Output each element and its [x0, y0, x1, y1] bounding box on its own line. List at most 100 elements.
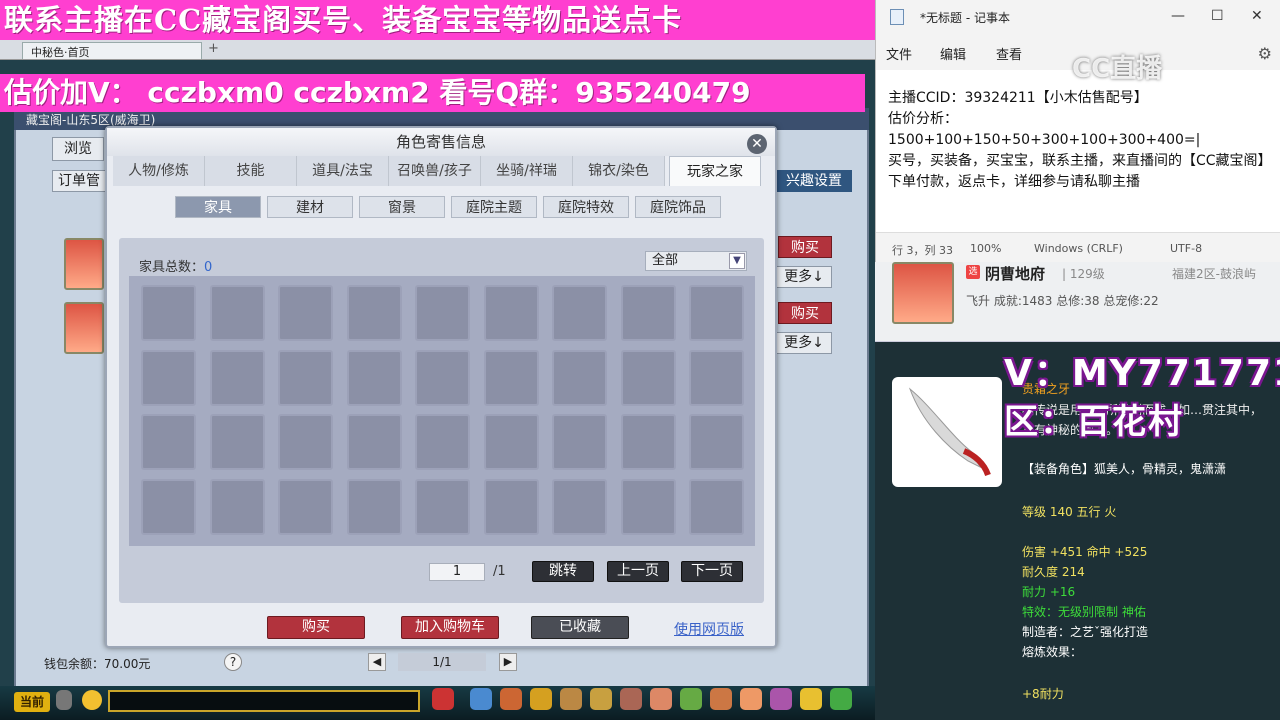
furniture-slot[interactable]: [620, 478, 676, 535]
furniture-slot[interactable]: [552, 349, 607, 406]
menu-edit[interactable]: 编辑: [940, 44, 966, 63]
furniture-slot[interactable]: [620, 349, 676, 406]
furniture-slot[interactable]: [552, 478, 607, 535]
furniture-slot[interactable]: [415, 414, 470, 470]
furniture-slot[interactable]: [415, 285, 470, 341]
tab-player-home[interactable]: 玩家之家: [669, 156, 761, 186]
subtab-building[interactable]: 建材: [267, 196, 353, 218]
tab-items[interactable]: 道具/法宝: [297, 156, 389, 186]
gear-icon[interactable]: ⚙: [1258, 44, 1272, 63]
browse-button[interactable]: 浏览: [52, 137, 104, 161]
mail-icon[interactable]: [770, 688, 792, 710]
help-icon[interactable]: ?: [224, 653, 242, 671]
web-version-link[interactable]: 使用网页版: [674, 619, 744, 639]
more-button[interactable]: 更多↓: [776, 266, 832, 288]
pet-icon[interactable]: [620, 688, 642, 710]
furniture-slot[interactable]: [483, 478, 539, 535]
tab-pets[interactable]: 召唤兽/孩子: [389, 156, 481, 186]
tab-skills[interactable]: 技能: [205, 156, 297, 186]
furniture-slot[interactable]: [346, 478, 402, 535]
buy-button[interactable]: 购买: [267, 616, 365, 639]
trade-icon[interactable]: [560, 688, 582, 710]
subtab-window[interactable]: 窗景: [359, 196, 445, 218]
order-manage-button[interactable]: 订单管: [52, 170, 106, 192]
furniture-slot[interactable]: [141, 349, 196, 406]
furniture-slot[interactable]: [209, 478, 265, 535]
rank-icon[interactable]: [740, 688, 762, 710]
furniture-slot[interactable]: [209, 285, 265, 341]
furniture-slot[interactable]: [141, 478, 196, 535]
furniture-slot[interactable]: [689, 285, 744, 341]
favorited-button[interactable]: 已收藏: [531, 616, 629, 639]
furniture-slot[interactable]: [483, 285, 539, 341]
furniture-slot[interactable]: [620, 414, 676, 470]
guild-icon[interactable]: [680, 688, 702, 710]
page-input[interactable]: 1: [429, 563, 485, 581]
furniture-slot[interactable]: [689, 349, 744, 406]
microphone-icon[interactable]: [56, 690, 72, 710]
furniture-slot[interactable]: [483, 349, 539, 406]
bag-icon[interactable]: [500, 688, 522, 710]
current-channel-button[interactable]: 当前: [14, 692, 50, 712]
friends-icon[interactable]: [710, 688, 732, 710]
subtab-yard-effect[interactable]: 庭院特效: [543, 196, 629, 218]
tab-character[interactable]: 人物/修炼: [113, 156, 205, 186]
furniture-slot[interactable]: [689, 478, 744, 535]
subtab-furniture[interactable]: 家具: [175, 196, 261, 218]
mood-icon[interactable]: [800, 688, 822, 710]
furniture-slot[interactable]: [346, 414, 402, 470]
close-icon[interactable]: ✕: [1251, 8, 1263, 24]
close-icon[interactable]: ✕: [747, 134, 767, 154]
filter-select[interactable]: 全部 ▼: [645, 251, 747, 271]
give-icon[interactable]: [530, 688, 552, 710]
notepad-text-area[interactable]: 主播CCID：39324211【小木估售配号】 估价分析： 1500+100+1…: [888, 88, 1273, 193]
new-tab-icon[interactable]: +: [208, 41, 219, 56]
team-icon[interactable]: [590, 688, 612, 710]
quest-icon[interactable]: [650, 688, 672, 710]
buy-button[interactable]: 购买: [778, 302, 832, 324]
maximize-icon[interactable]: ☐: [1211, 8, 1224, 24]
furniture-slot[interactable]: [415, 478, 470, 535]
furniture-slot[interactable]: [278, 285, 333, 341]
more-button[interactable]: 更多↓: [776, 332, 832, 354]
furniture-slot[interactable]: [141, 285, 196, 341]
furniture-slot[interactable]: [278, 349, 333, 406]
add-to-cart-button[interactable]: 加入购物车: [401, 616, 499, 639]
furniture-slot[interactable]: [346, 285, 402, 341]
furniture-slot[interactable]: [620, 285, 676, 341]
game-menu-icon[interactable]: [432, 688, 454, 710]
furniture-slot[interactable]: [415, 349, 470, 406]
prev-page-button[interactable]: 上一页: [607, 561, 669, 582]
role-avatar[interactable]: [64, 302, 104, 354]
browser-tab[interactable]: 中秘色·首页: [22, 42, 202, 59]
furniture-slot[interactable]: [689, 414, 744, 470]
menu-file[interactable]: 文件: [886, 44, 912, 63]
next-page-button[interactable]: 下一页: [681, 561, 743, 582]
furniture-slot[interactable]: [483, 414, 539, 470]
chevron-down-icon[interactable]: ▼: [729, 253, 745, 269]
attack-icon[interactable]: [470, 688, 492, 710]
furniture-slot[interactable]: [141, 414, 196, 470]
jump-button[interactable]: 跳转: [532, 561, 594, 582]
minimize-icon[interactable]: —: [1171, 8, 1185, 24]
furniture-slot[interactable]: [552, 414, 607, 470]
emoji-icon[interactable]: [82, 690, 102, 710]
furniture-slot[interactable]: [209, 349, 265, 406]
furniture-slot[interactable]: [346, 349, 402, 406]
role-avatar[interactable]: [64, 238, 104, 290]
furniture-slot[interactable]: [278, 414, 333, 470]
menu-view[interactable]: 查看: [996, 44, 1022, 63]
chevron-right-icon[interactable]: ▶: [499, 653, 517, 671]
tab-outfits[interactable]: 锦衣/染色: [573, 156, 665, 186]
interest-settings-button[interactable]: 兴趣设置: [776, 170, 852, 192]
subtab-yard-decor[interactable]: 庭院饰品: [635, 196, 721, 218]
chevron-left-icon[interactable]: ◀: [368, 653, 386, 671]
subtab-yard-theme[interactable]: 庭院主题: [451, 196, 537, 218]
chat-input[interactable]: [108, 690, 420, 712]
buy-button[interactable]: 购买: [778, 236, 832, 258]
furniture-slot[interactable]: [278, 478, 333, 535]
furniture-slot[interactable]: [552, 285, 607, 341]
furniture-slot[interactable]: [209, 414, 265, 470]
system-icon[interactable]: [830, 688, 852, 710]
tab-mounts[interactable]: 坐骑/祥瑞: [481, 156, 573, 186]
